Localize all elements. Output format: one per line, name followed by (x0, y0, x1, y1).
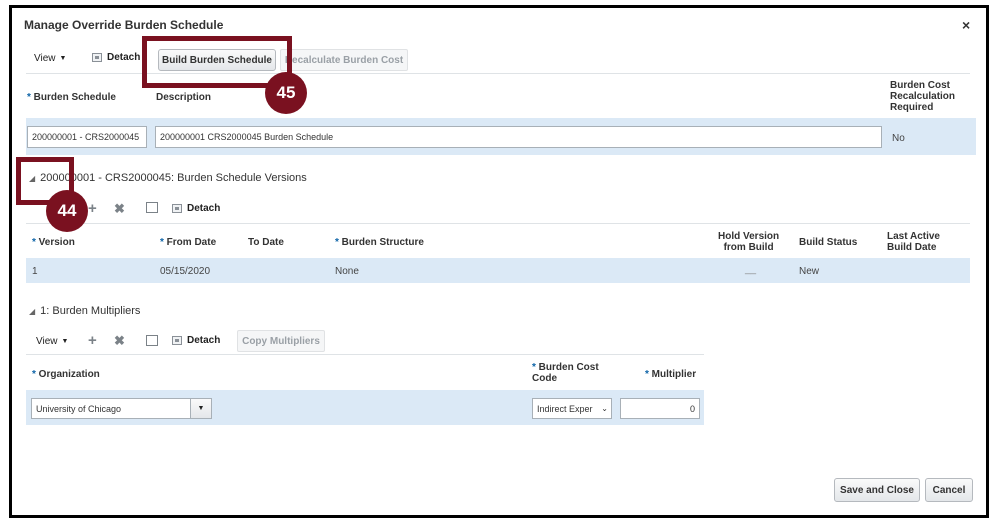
divider (26, 354, 704, 355)
chevron-down-icon: ▼ (59, 55, 67, 62)
delete-icon[interactable]: ✖ (114, 201, 125, 217)
delete-icon[interactable]: ✖ (114, 333, 125, 349)
col-header-organization: * Organization (32, 369, 100, 380)
multipliers-section-title: 1: Burden Multipliers (40, 305, 141, 317)
hold-version-value[interactable]: __ (745, 264, 756, 275)
version-value: 1 (32, 266, 38, 277)
detach-icon (92, 53, 102, 62)
detach-label: Detach (187, 203, 221, 214)
organization-search-button[interactable]: ▼ (190, 398, 212, 419)
view-menu-label: View (34, 53, 56, 64)
dialog: Manage Override Burden Schedule × View ▼… (9, 5, 989, 518)
build-status-value: New (799, 266, 820, 277)
versions-detach-button[interactable]: Detach (172, 203, 220, 214)
save-and-close-button[interactable]: Save and Close (834, 478, 920, 502)
detach-icon (172, 336, 182, 345)
chevron-down-icon: ▼ (197, 405, 205, 412)
description-field[interactable]: 200000001 CRS2000045 Burden Schedule (155, 126, 882, 148)
detach-label: Detach (107, 52, 141, 63)
burden-cost-code-value: Indirect Exper (537, 403, 593, 414)
col-header-burden-schedule: * Burden Schedule (27, 92, 116, 103)
divider (26, 223, 970, 224)
organization-field[interactable]: University of Chicago (31, 398, 191, 419)
multiplier-field[interactable]: 0 (620, 398, 700, 419)
col-header-multiplier: * Multiplier (645, 369, 697, 380)
multipliers-detach-button[interactable]: Detach (172, 335, 220, 346)
burden-structure-value: None (335, 266, 359, 277)
step-badge-44: 44 (46, 190, 88, 232)
add-icon[interactable]: + (88, 200, 97, 217)
multipliers-section-header[interactable]: ◢ 1: Burden Multipliers (29, 305, 140, 317)
col-header-burden-structure: * Burden Structure (335, 237, 424, 248)
view-menu-label: View (36, 336, 58, 347)
col-header-build-status: Build Status (799, 237, 858, 248)
recalc-required-value: No (892, 133, 905, 144)
detach-button[interactable]: Detach (92, 52, 140, 63)
collapse-triangle-icon: ◢ (29, 306, 36, 316)
freeze-icon[interactable] (146, 202, 158, 213)
view-menu[interactable]: View ▼ (36, 336, 68, 347)
col-header-to-date: To Date (248, 237, 284, 248)
step-badge-45: 45 (265, 72, 307, 114)
versions-section-title: 200000001 - CRS2000045: Burden Schedule … (40, 172, 307, 184)
close-icon[interactable]: × (962, 17, 970, 33)
chevron-down-icon: ⌄ (601, 404, 608, 413)
from-date-value: 05/15/2020 (160, 266, 211, 277)
col-header-burden-cost-code: * Burden Cost Code (532, 362, 599, 384)
col-header-description: Description (156, 92, 212, 103)
col-header-hold-version: Hold Version from Build (718, 231, 780, 253)
col-header-version: * Version (32, 237, 75, 248)
chevron-down-icon: ▼ (61, 338, 69, 345)
dialog-title: Manage Override Burden Schedule (24, 18, 224, 32)
col-header-recalc-required: Burden Cost Recalculation Required (890, 80, 956, 113)
recalculate-burden-cost-button: Recalculate Burden Cost (280, 49, 408, 71)
col-header-from-date: * From Date (160, 237, 217, 248)
view-menu[interactable]: View ▼ (34, 53, 66, 64)
freeze-icon[interactable] (146, 335, 158, 346)
burden-schedule-field[interactable]: 200000001 - CRS2000045 (27, 126, 147, 148)
cancel-button[interactable]: Cancel (925, 478, 973, 502)
detach-icon (172, 204, 182, 213)
add-icon[interactable]: + (88, 332, 97, 349)
detach-label: Detach (187, 335, 221, 346)
burden-cost-code-select[interactable]: Indirect Exper ⌄ (532, 398, 612, 419)
col-header-last-active: Last Active Build Date (887, 231, 940, 253)
copy-multipliers-button: Copy Multipliers (237, 330, 325, 352)
